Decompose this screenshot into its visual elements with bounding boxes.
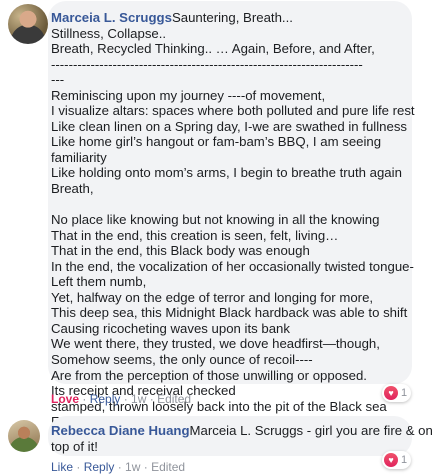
reply-link[interactable]: Reply	[84, 460, 115, 474]
comment-author-link[interactable]: Rebecca Diane Huang	[51, 423, 190, 438]
edited-label[interactable]: Edited	[151, 460, 185, 474]
reply-link[interactable]: Reply	[90, 392, 121, 406]
avatar[interactable]	[8, 4, 48, 44]
comment-actions: Like · Reply · 1w · Edited	[51, 460, 185, 474]
comment-author-link[interactable]: Marceia L. Scruggs	[51, 10, 172, 25]
separator: ·	[120, 392, 132, 406]
reaction-summary[interactable]: ♥ 1	[382, 451, 412, 469]
separator: ·	[73, 460, 84, 474]
separator: ·	[140, 460, 152, 474]
edited-label[interactable]: Edited	[157, 392, 191, 406]
heart-icon: ♥	[384, 386, 398, 400]
heart-icon: ♥	[384, 453, 398, 467]
like-link[interactable]: Like	[51, 460, 73, 474]
separator: ·	[79, 392, 90, 406]
comment-text: Marceia L. ScruggsSauntering, Breath... …	[51, 10, 415, 430]
reaction-count: 1	[401, 454, 408, 466]
avatar[interactable]	[8, 420, 40, 452]
comment-text: Rebecca Diane HuangMarceia L. Scruggs - …	[51, 423, 433, 455]
timestamp[interactable]: 1w	[131, 392, 146, 406]
reaction-summary[interactable]: ♥ 1	[382, 384, 412, 402]
separator: ·	[146, 392, 158, 406]
reaction-count: 1	[401, 387, 408, 399]
comment-body: Sauntering, Breath... Stillness, Collaps…	[51, 10, 415, 429]
timestamp[interactable]: 1w	[125, 460, 140, 474]
comment-actions: Love · Reply · 1w · Edited	[51, 392, 191, 406]
love-reaction-link[interactable]: Love	[51, 392, 79, 406]
separator: ·	[114, 460, 126, 474]
